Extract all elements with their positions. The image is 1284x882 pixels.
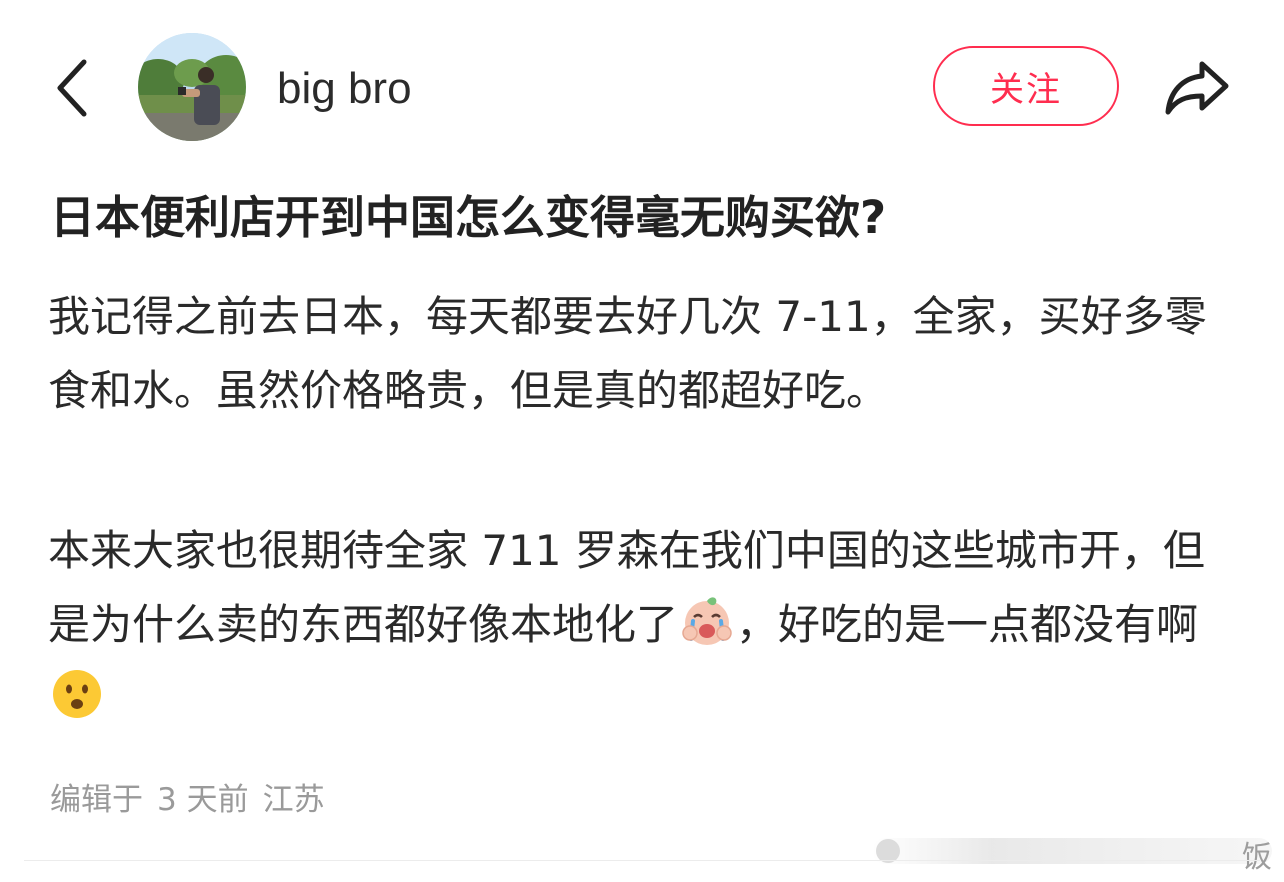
- edited-label: 编辑于: [50, 782, 143, 818]
- watermark-text: 饭: [1242, 840, 1272, 875]
- post-time: 3 天前: [157, 782, 249, 818]
- post-location: 江苏: [262, 782, 325, 818]
- post-title: 日本便利店开到中国怎么变得毫无购买欲?: [50, 191, 887, 244]
- chevron-left-icon: [57, 59, 87, 117]
- post-paragraph-2: 本来大家也很期待全家 711 罗森在我们中国的这些城市开，但是为什么卖的东西都好…: [48, 514, 1238, 736]
- crying-baby-emoji-icon: [680, 593, 734, 647]
- frowning-face-emoji-icon: [50, 667, 104, 721]
- username[interactable]: big bro: [277, 64, 412, 114]
- share-arrow-icon: [1165, 61, 1229, 115]
- back-button[interactable]: [40, 52, 104, 124]
- avatar[interactable]: [138, 33, 246, 141]
- divider: [24, 860, 1260, 861]
- share-button[interactable]: [1158, 52, 1236, 124]
- post-header: big bro 关注: [0, 0, 1284, 180]
- post-paragraph-2-text-2: ，好吃的是一点都没有啊: [736, 600, 1199, 649]
- post-paragraph-1: 我记得之前去日本，每天都要去好几次 7-11，全家，买好多零食和水。虽然价格略贵…: [48, 292, 1207, 415]
- post-meta: 编辑于 3 天前 江苏: [50, 778, 339, 822]
- avatar-photo: [138, 33, 246, 141]
- follow-button[interactable]: 关注: [933, 46, 1119, 126]
- watermark-fade: [872, 824, 1284, 874]
